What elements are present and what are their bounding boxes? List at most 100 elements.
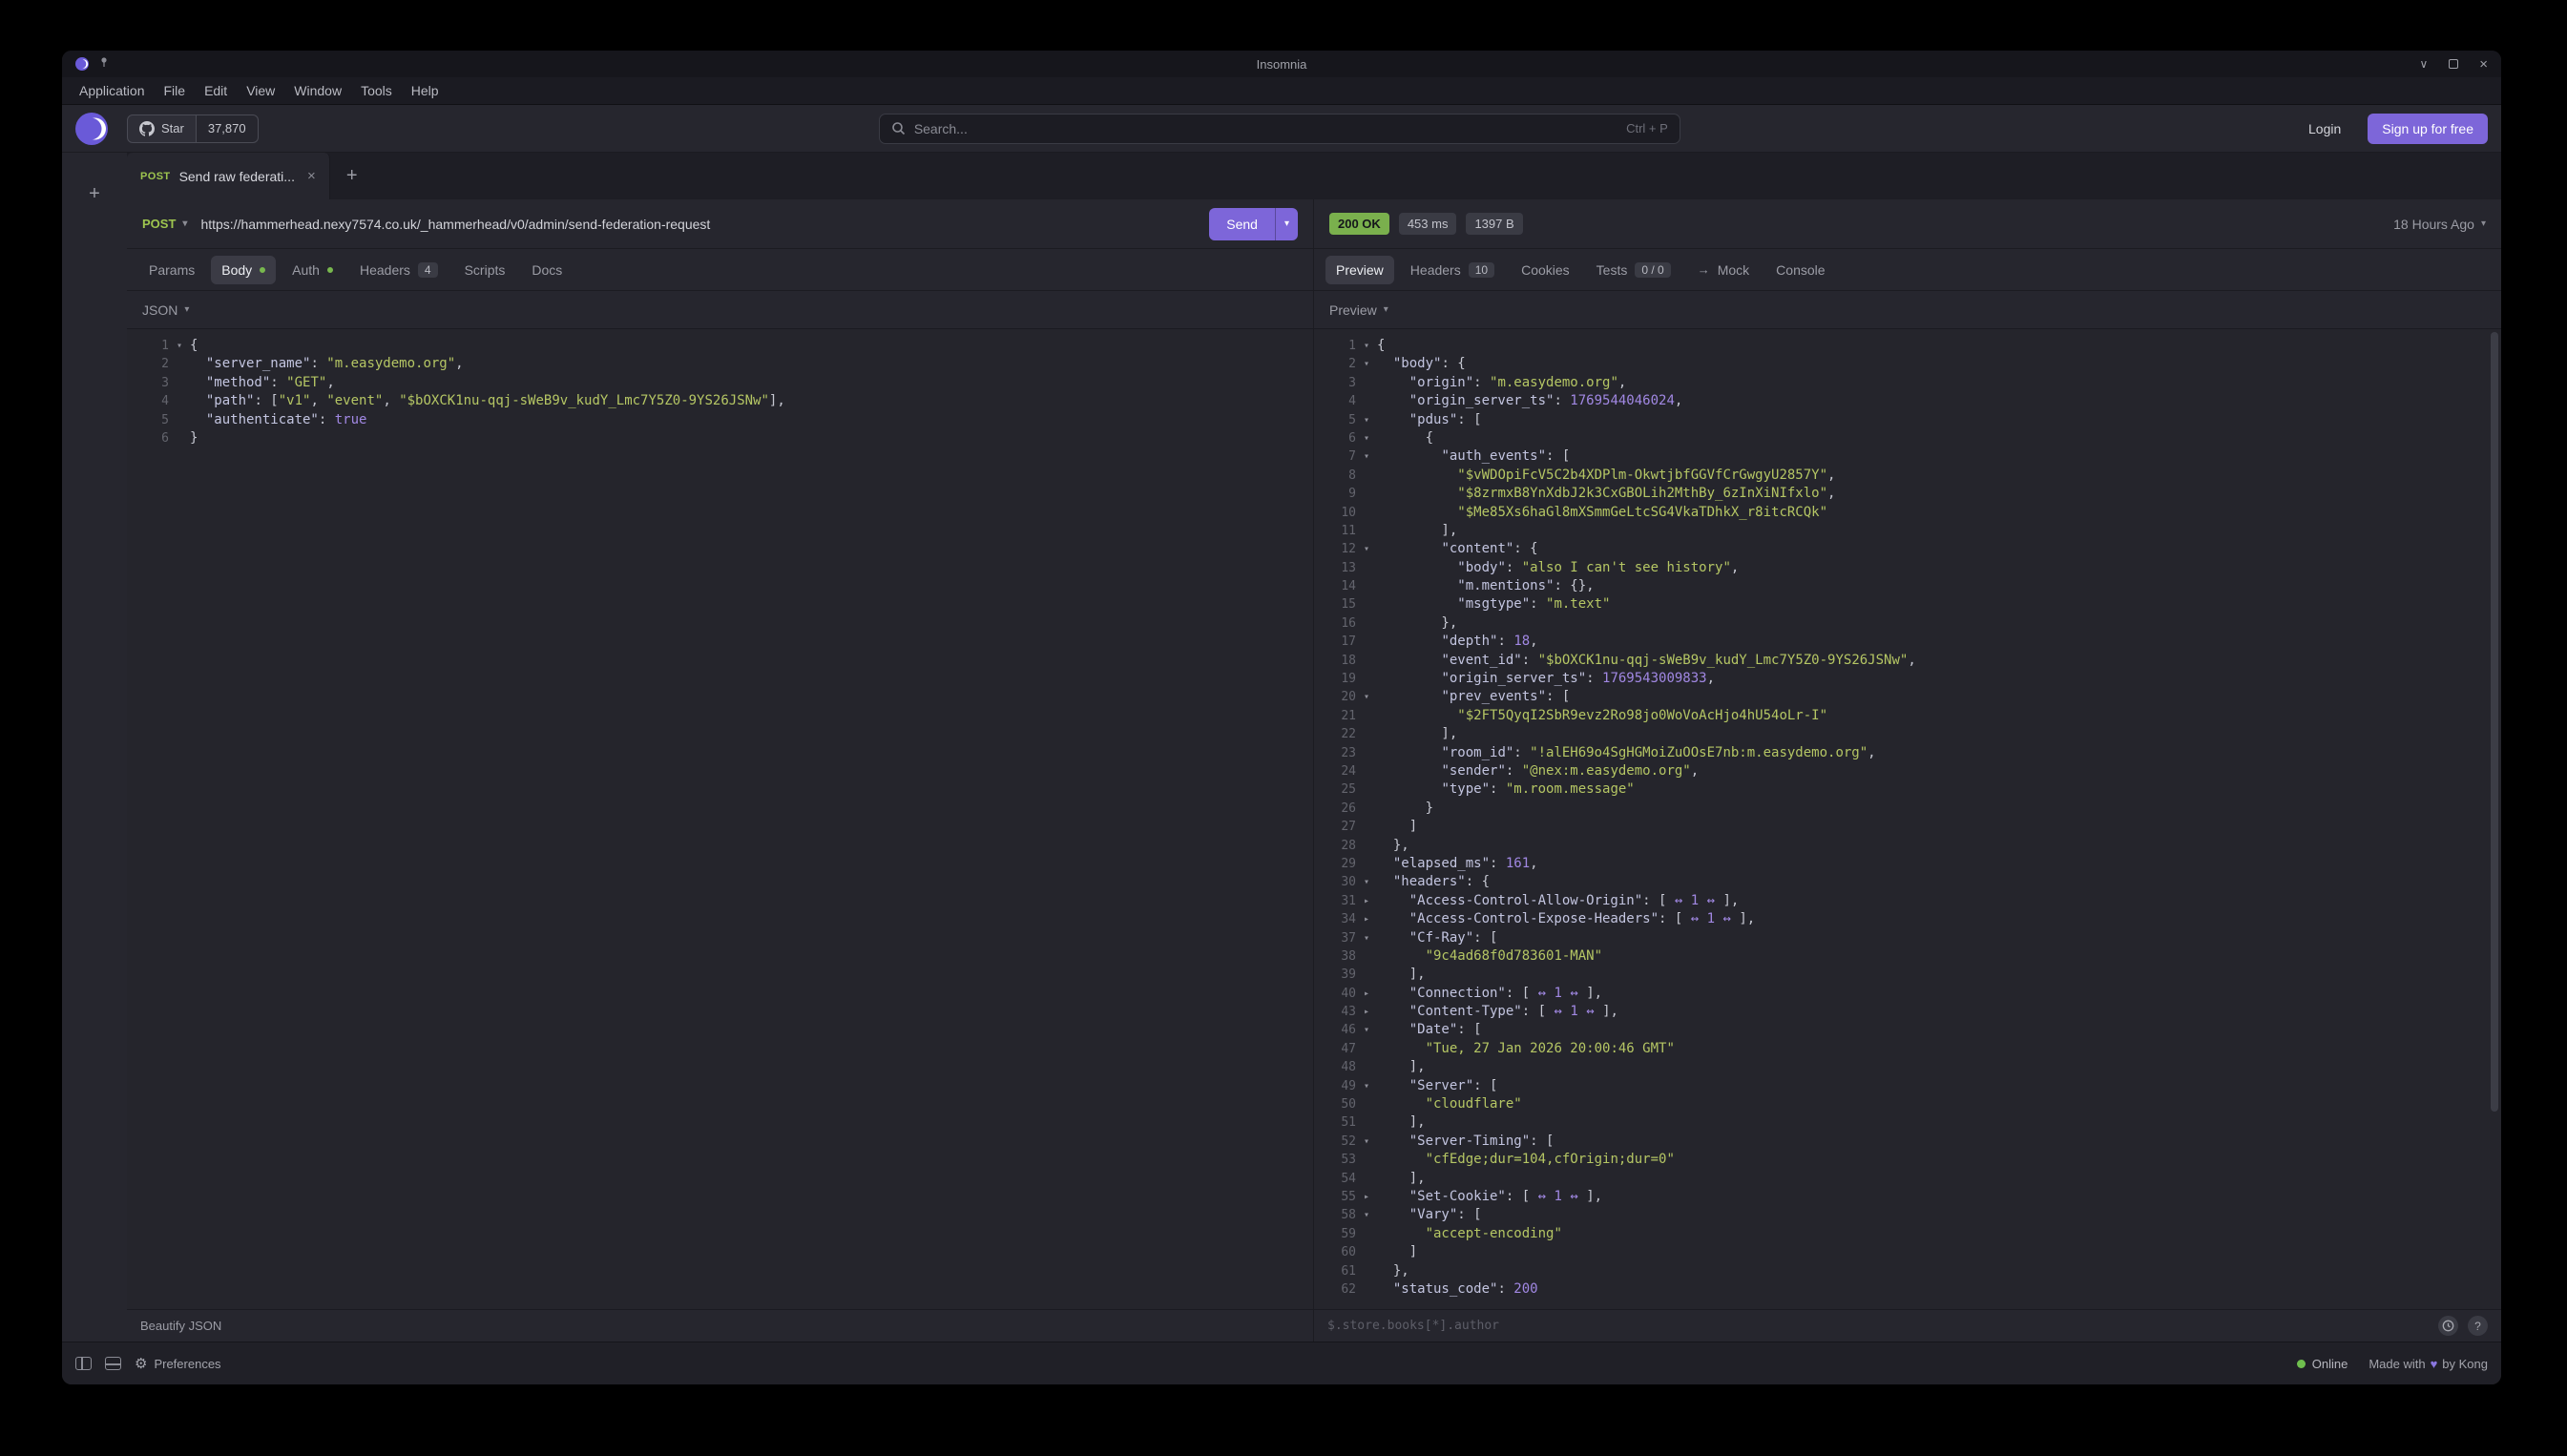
menu-help[interactable]: Help bbox=[402, 79, 449, 102]
maximize-icon[interactable] bbox=[2449, 59, 2458, 69]
tab-method-label: POST bbox=[140, 171, 171, 182]
response-history-dropdown[interactable]: 18 Hours Ago ▾ bbox=[2393, 217, 2486, 232]
line-number: 31 bbox=[1314, 892, 1356, 910]
fold-collapsed-icon[interactable]: ▸ bbox=[1356, 1003, 1377, 1021]
line-number: 62 bbox=[1314, 1280, 1356, 1299]
request-tab-params[interactable]: Params bbox=[138, 256, 205, 284]
editor-line: 30▾ "headers": { bbox=[1314, 873, 2501, 891]
fold-collapsed-icon[interactable]: ▸ bbox=[1356, 985, 1377, 1003]
github-star-button[interactable]: Star bbox=[127, 114, 197, 143]
request-url-input[interactable]: https://hammerhead.nexy7574.co.uk/_hamme… bbox=[200, 217, 1196, 232]
fold-open-icon[interactable]: ▾ bbox=[1356, 447, 1377, 466]
scrollbar[interactable] bbox=[2491, 332, 2498, 1306]
fold-open-icon[interactable]: ▾ bbox=[1356, 1077, 1377, 1095]
code-text: "room_id": "!alEH69o4SgHGMoiZuOOsE7nb:m.… bbox=[1377, 744, 1876, 762]
menu-window[interactable]: Window bbox=[284, 79, 351, 102]
scrollbar-thumb[interactable] bbox=[2491, 332, 2498, 1112]
fold-open-icon[interactable]: ▾ bbox=[1356, 688, 1377, 706]
arrow-right-icon: → bbox=[1698, 262, 1710, 277]
editor-line: 3 "method": "GET", bbox=[127, 374, 1313, 392]
body-type-selector[interactable]: JSON ▾ bbox=[127, 291, 1313, 329]
request-tab-headers[interactable]: Headers4 bbox=[349, 256, 449, 284]
code-text: "Date": [ bbox=[1377, 1021, 1482, 1039]
code-text: "Server-Timing": [ bbox=[1377, 1133, 1554, 1151]
fold-gutter bbox=[1356, 855, 1377, 873]
line-number: 20 bbox=[1314, 688, 1356, 706]
fold-open-icon[interactable]: ▾ bbox=[1356, 929, 1377, 947]
filter-history-button[interactable] bbox=[2438, 1316, 2458, 1336]
fold-collapsed-icon[interactable]: ▸ bbox=[1356, 1188, 1377, 1206]
fold-open-icon[interactable]: ▾ bbox=[1356, 337, 1377, 355]
menu-file[interactable]: File bbox=[155, 79, 196, 102]
workspace-rail: + bbox=[62, 153, 127, 1342]
menu-application[interactable]: Application bbox=[70, 79, 155, 102]
fold-gutter bbox=[1356, 762, 1377, 780]
fold-open-icon[interactable]: ▾ bbox=[1356, 873, 1377, 891]
new-tab-button[interactable]: + bbox=[330, 153, 374, 199]
signup-button[interactable]: Sign up for free bbox=[2368, 114, 2488, 144]
insomnia-logo-icon[interactable] bbox=[75, 113, 108, 145]
response-tab-mock[interactable]: → Mock bbox=[1687, 256, 1760, 284]
request-body-editor[interactable]: 1▾{2 "server_name": "m.easydemo.org",3 "… bbox=[127, 329, 1313, 1309]
request-tab-scripts[interactable]: Scripts bbox=[454, 256, 516, 284]
fold-open-icon[interactable]: ▾ bbox=[1356, 429, 1377, 447]
login-button[interactable]: Login bbox=[2301, 115, 2348, 142]
credit-text: Made with ♥ by Kong bbox=[2369, 1357, 2488, 1371]
request-tab-docs[interactable]: Docs bbox=[521, 256, 573, 284]
fold-gutter bbox=[169, 355, 190, 373]
fold-open-icon[interactable]: ▾ bbox=[1356, 1021, 1377, 1039]
request-panel: ParamsBodyAuthHeaders4ScriptsDocs JSON ▾… bbox=[127, 249, 1314, 1342]
fold-gutter bbox=[1356, 707, 1377, 725]
editor-line: 6} bbox=[127, 429, 1313, 447]
response-tab-tests[interactable]: Tests0 / 0 bbox=[1586, 256, 1681, 284]
fold-gutter bbox=[1356, 966, 1377, 984]
tab-close-icon[interactable]: × bbox=[307, 168, 316, 184]
toggle-sidebar-icon[interactable] bbox=[75, 1357, 92, 1370]
fold-open-icon[interactable]: ▾ bbox=[1356, 411, 1377, 429]
github-star-count[interactable]: 37,870 bbox=[197, 114, 259, 143]
preferences-label: Preferences bbox=[154, 1357, 220, 1371]
response-tab-cookies[interactable]: Cookies bbox=[1511, 256, 1580, 284]
menu-edit[interactable]: Edit bbox=[195, 79, 237, 102]
add-workspace-button[interactable]: + bbox=[80, 179, 109, 208]
search-input[interactable] bbox=[914, 121, 1617, 136]
toggle-layout-icon[interactable] bbox=[105, 1357, 121, 1370]
response-tab-headers[interactable]: Headers10 bbox=[1400, 256, 1505, 284]
insomnia-window: Insomnia ∨ × ApplicationFileEditViewWind… bbox=[62, 51, 2501, 1384]
search-bar[interactable]: Ctrl + P bbox=[879, 114, 1680, 144]
beautify-json-button[interactable]: Beautify JSON bbox=[140, 1319, 221, 1333]
titlebar[interactable]: Insomnia ∨ × bbox=[62, 51, 2501, 77]
filter-help-button[interactable]: ? bbox=[2468, 1316, 2488, 1336]
response-tab-console[interactable]: Console bbox=[1765, 256, 1835, 284]
tab-label: Tests bbox=[1597, 262, 1628, 278]
code-text: ], bbox=[1377, 966, 1426, 984]
editor-line: 21 "$2FT5QyqI2SbR9evz2Ro98jo0WoVoAcHjo4h… bbox=[1314, 707, 2501, 725]
send-button[interactable]: Send bbox=[1209, 208, 1275, 240]
fold-collapsed-icon[interactable]: ▸ bbox=[1356, 892, 1377, 910]
request-tab-auth[interactable]: Auth bbox=[282, 256, 344, 284]
close-icon[interactable]: × bbox=[2479, 57, 2488, 72]
menu-tools[interactable]: Tools bbox=[351, 79, 402, 102]
response-filter-input[interactable] bbox=[1327, 1319, 2429, 1333]
tab-label: Mock bbox=[1718, 262, 1749, 278]
send-options-button[interactable]: ▾ bbox=[1275, 208, 1298, 240]
line-number: 23 bbox=[1314, 744, 1356, 762]
fold-gutter bbox=[1356, 1058, 1377, 1076]
fold-open-icon[interactable]: ▾ bbox=[1356, 355, 1377, 373]
minimize-icon[interactable]: ∨ bbox=[2419, 58, 2428, 70]
preferences-button[interactable]: ⚙ Preferences bbox=[135, 1355, 221, 1372]
fold-open-icon[interactable]: ▾ bbox=[1356, 1133, 1377, 1151]
request-tab[interactable]: POST Send raw federati... × bbox=[127, 153, 330, 199]
request-tab-body[interactable]: Body bbox=[211, 256, 276, 284]
response-tab-preview[interactable]: Preview bbox=[1325, 256, 1394, 284]
response-body-viewer[interactable]: 1▾{2▾ "body": {3 "origin": "m.easydemo.o… bbox=[1314, 329, 2501, 1309]
fold-open-icon[interactable]: ▾ bbox=[1356, 540, 1377, 558]
fold-collapsed-icon[interactable]: ▸ bbox=[1356, 910, 1377, 928]
menu-view[interactable]: View bbox=[237, 79, 284, 102]
fold-open-icon[interactable]: ▾ bbox=[1356, 1206, 1377, 1224]
fold-open-icon[interactable]: ▾ bbox=[169, 337, 190, 355]
line-number: 22 bbox=[1314, 725, 1356, 743]
preview-mode-selector[interactable]: Preview ▾ bbox=[1314, 291, 2501, 329]
line-number: 10 bbox=[1314, 504, 1356, 522]
method-selector[interactable]: POST ▾ bbox=[142, 217, 187, 231]
